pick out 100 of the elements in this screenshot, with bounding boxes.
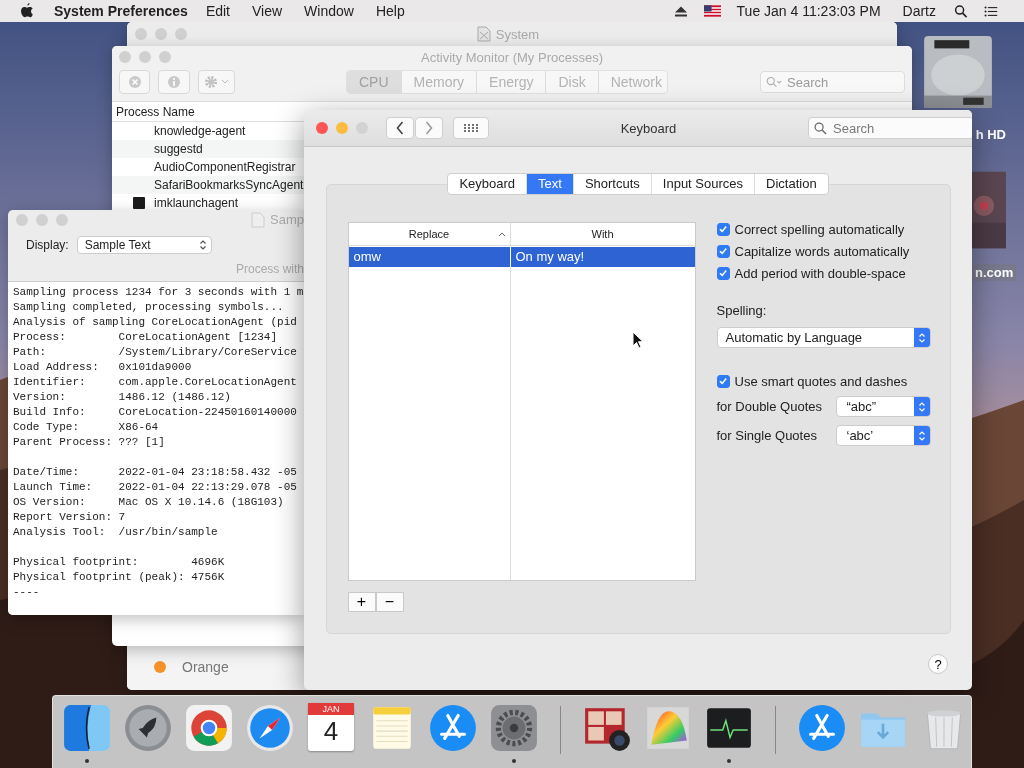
cursor-icon [632, 331, 644, 349]
process-name[interactable]: knowledge-agent [154, 124, 246, 138]
window-title: Activity Monitor (My Processes) [419, 49, 604, 65]
search-field[interactable]: Search [808, 117, 972, 139]
report-line: Analysis of sampling CoreLocationAgent (pid [13, 315, 298, 330]
tab[interactable]: Shortcuts [572, 174, 651, 194]
user-menu[interactable]: Dartz [902, 3, 936, 19]
chevron-updown-icon [198, 238, 207, 251]
chevron-updown-icon [917, 400, 926, 413]
tag-label[interactable]: Orange [182, 659, 229, 675]
app-store-icon[interactable] [797, 703, 847, 753]
report-line: Path: /System/Library/CoreService [13, 345, 298, 360]
apple-icon[interactable] [20, 3, 34, 19]
search-icon [814, 122, 827, 135]
report-line: Parent Process: ??? [1] [13, 435, 166, 450]
info-icon [167, 75, 182, 89]
process-name[interactable]: AudioComponentRegistrar [154, 160, 296, 174]
report-line: Analysis Tool: /usr/bin/sample [13, 525, 219, 540]
gear-icon [203, 75, 218, 89]
flag-icon[interactable] [703, 5, 721, 17]
checkbox-label: Correct spelling automatically [734, 221, 905, 237]
menu-item[interactable]: Window [304, 3, 354, 19]
split-square-icon[interactable] [62, 703, 112, 753]
checkbox-label: Use smart quotes and dashes [734, 373, 908, 389]
spelling-label: Spelling: [716, 302, 768, 320]
process-name[interactable]: SafariBookmarksSyncAgent [154, 178, 304, 192]
hard-drive-icon[interactable] [922, 34, 994, 110]
menu-clock[interactable]: Tue Jan 4 11:23:03 PM [736, 3, 881, 19]
running-indicator [727, 759, 731, 763]
report-line: Version: 1486.12 (1486.12) [13, 390, 232, 405]
report-line: Sampling process 1234 for 3 seconds with 1 m [13, 285, 304, 300]
terminal-icon [133, 197, 145, 209]
display-label: Display: [26, 237, 69, 252]
report-line: Physical footprint: 4696K [13, 555, 226, 570]
rocket-icon[interactable] [123, 703, 173, 753]
report-line: Load Address: 0x101da9000 [13, 360, 193, 375]
checkbox-label: Add period with double-space [734, 265, 906, 281]
add-button[interactable]: + [347, 592, 376, 612]
search-icon [766, 76, 783, 88]
eject-icon[interactable] [673, 4, 688, 18]
show-all-button[interactable] [453, 117, 489, 139]
checkbox[interactable] [716, 244, 730, 258]
compass-icon[interactable] [245, 703, 295, 753]
stop-process-button[interactable] [119, 70, 151, 94]
menu-item[interactable]: Edit [205, 3, 230, 19]
info-button[interactable] [158, 70, 190, 94]
table-row[interactable]: omw On my way! [348, 247, 695, 267]
browser-icon[interactable] [184, 703, 234, 753]
caret-icon [220, 79, 229, 85]
calendar-day: 4 [323, 715, 339, 747]
window-title: Keyboard [619, 120, 678, 136]
desktop-icon-label[interactable]: n.com [972, 264, 1017, 281]
app-store-icon[interactable] [428, 703, 478, 753]
tab[interactable]: Dictation [754, 174, 828, 194]
quote-label: for Double Quotes [716, 399, 822, 414]
report-line: Process: CoreLocationAgent [1234] [13, 330, 279, 345]
gear-icon[interactable] [489, 703, 539, 753]
tab[interactable]: Input Sources [650, 174, 755, 194]
column-header[interactable]: With [591, 228, 614, 240]
chevron-left-icon [396, 121, 404, 135]
menu-item[interactable]: Help [375, 3, 405, 19]
menu-item[interactable]: View [252, 3, 283, 19]
desktop-icon-label[interactable]: h HD [972, 126, 1009, 143]
column-header[interactable]: Replace [408, 228, 450, 240]
quote-popup[interactable]: ‘abc’ [835, 425, 931, 446]
tab[interactable]: Keyboard [448, 174, 527, 194]
remove-button[interactable]: − [375, 592, 404, 612]
report-line: Date/Time: 2022-01-04 23:18:58.432 -05 [13, 465, 298, 480]
list-icon[interactable] [984, 4, 998, 18]
caption: Process with [235, 261, 304, 278]
spelling-popup[interactable]: Automatic by Language [716, 327, 931, 348]
quote-popup[interactable]: “abc” [835, 396, 931, 417]
back-button[interactable] [386, 117, 414, 139]
close-button[interactable] [316, 122, 328, 134]
process-name[interactable]: suggestd [154, 142, 203, 156]
checkbox-label: Capitalize words automatically [734, 243, 910, 259]
table-cell: omw [348, 247, 511, 267]
window-title: Samp [270, 212, 304, 228]
calendar-icon[interactable]: JAN 4 [308, 703, 354, 751]
grid-icon [463, 123, 479, 133]
display-popup[interactable]: Sample Text [76, 235, 212, 254]
chevron-updown-icon [917, 429, 926, 442]
window-title: System [495, 26, 540, 42]
search-field[interactable]: Search [760, 71, 905, 93]
tab[interactable]: Text [526, 174, 573, 194]
checkbox[interactable] [716, 266, 730, 280]
search-icon[interactable] [954, 4, 968, 18]
help-button[interactable]: ? [928, 654, 948, 674]
process-name[interactable]: imklaunchagent [154, 196, 239, 210]
chevron-updown-icon [917, 331, 926, 344]
app-menu[interactable]: System Preferences [54, 3, 188, 19]
checkbox[interactable] [716, 374, 730, 388]
close-icon [127, 75, 142, 89]
checkbox[interactable] [716, 222, 730, 236]
column-header[interactable]: Process Name [116, 104, 195, 119]
action-menu-button[interactable] [197, 70, 235, 94]
chevron-right-icon [425, 121, 433, 135]
report-line: ---- [13, 585, 41, 600]
report-line: Build Info: CoreLocation-22450160140000 [13, 405, 298, 420]
running-indicator [512, 759, 516, 763]
